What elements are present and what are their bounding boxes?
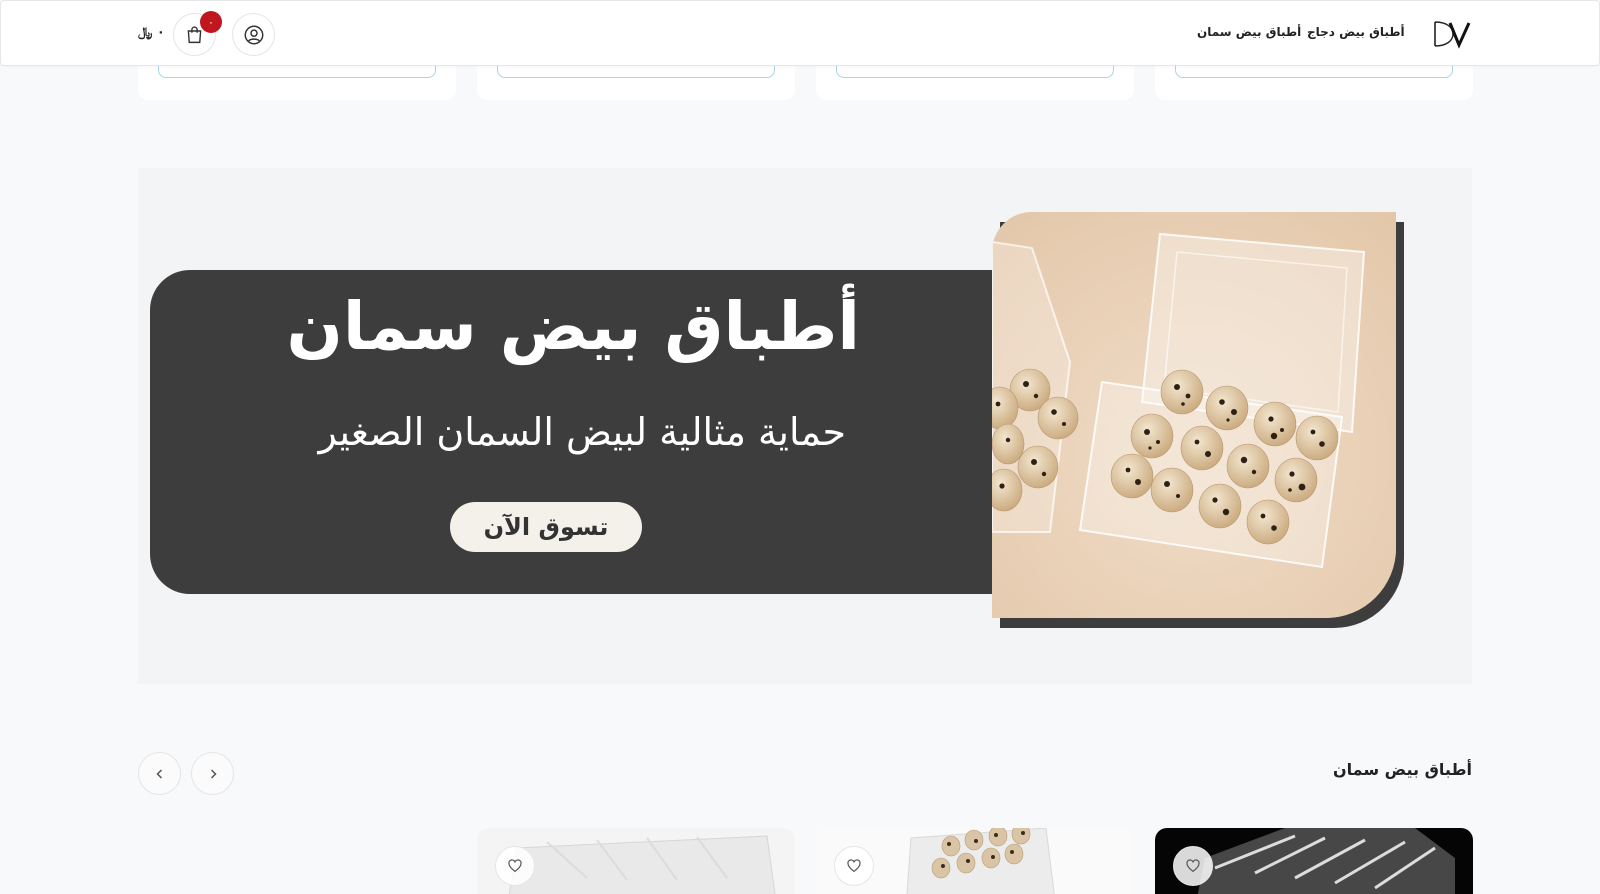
- account-button[interactable]: [232, 13, 275, 56]
- card-button[interactable]: [1175, 64, 1453, 78]
- product-card[interactable]: [1155, 828, 1473, 894]
- nav-link-chicken-egg-trays[interactable]: أطباق بيض دجاج: [1307, 25, 1405, 39]
- heart-icon: [847, 859, 861, 873]
- card-button[interactable]: [836, 64, 1114, 78]
- cart-count-badge: ٠: [200, 11, 222, 33]
- banner-subtitle: حماية مثالية لبيض السمان الصغير: [318, 410, 846, 454]
- favorite-button[interactable]: [1173, 846, 1213, 886]
- nav-link-quail-egg-trays[interactable]: أطباق بيض سمان: [1197, 25, 1301, 39]
- quail-egg-tray-photo: [992, 212, 1396, 618]
- product-card[interactable]: [477, 828, 795, 894]
- shop-now-button[interactable]: تسوق الآن: [450, 502, 642, 552]
- card-button[interactable]: [497, 64, 775, 78]
- favorite-button[interactable]: [834, 846, 874, 886]
- product-card[interactable]: [816, 828, 1134, 894]
- user-circle-icon: [244, 25, 263, 44]
- heart-icon: [508, 859, 522, 873]
- card-button[interactable]: [158, 64, 436, 78]
- logo[interactable]: [1431, 19, 1473, 49]
- heart-icon: [1186, 859, 1200, 873]
- site-header: أطباق بيض دجاج أطباق بيض سمان ٠ ٠ ﷼: [0, 0, 1600, 66]
- cart-total: ٠ ﷼: [138, 25, 165, 40]
- chevron-left-icon: [155, 768, 162, 779]
- carousel-next-button[interactable]: [191, 752, 234, 795]
- section-title: أطباق بيض سمان: [1332, 760, 1472, 779]
- chevron-right-icon: [210, 768, 217, 779]
- carousel-prev-button[interactable]: [138, 752, 181, 795]
- favorite-button[interactable]: [495, 846, 535, 886]
- banner-title: أطباق بيض سمان: [286, 288, 860, 365]
